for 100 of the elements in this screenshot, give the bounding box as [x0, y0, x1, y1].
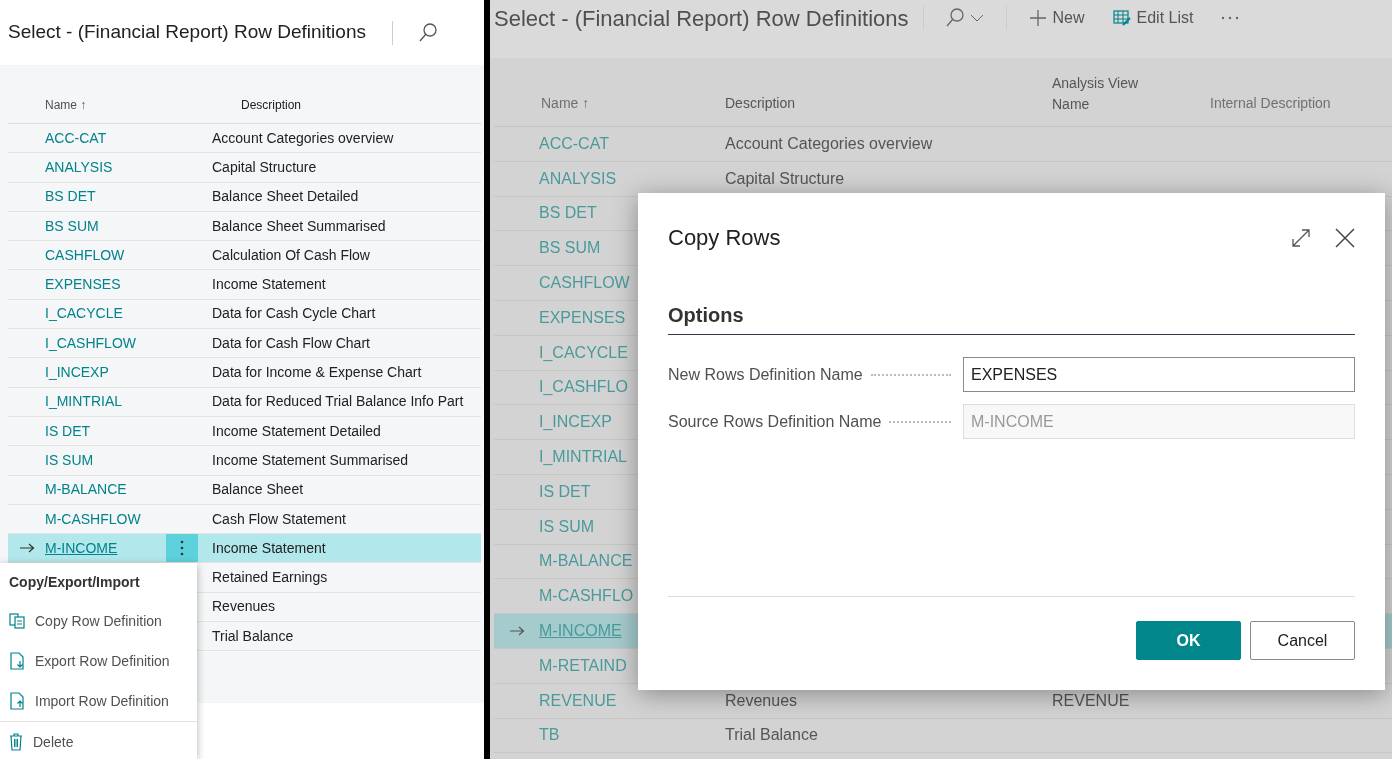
table-cell-text: Data for Cash Cycle Chart [211, 304, 376, 324]
column-header[interactable]: Name ↑ [45, 98, 87, 112]
table-cell-text: Data for Income & Expense Chart [211, 363, 422, 382]
page-title: Select - (Financial Report) Row Definitions [8, 20, 366, 45]
row-name-link[interactable]: CASHFLOW [45, 246, 125, 263]
table-row[interactable]: TB Trial Balance [494, 718, 1392, 754]
row-name-link[interactable]: M-CASHFLOW [45, 510, 141, 527]
row-name-link[interactable]: I_INCEXP [539, 413, 612, 431]
section-heading: Options [668, 300, 1355, 335]
table-row[interactable]: M-BALANCE Balance Sheet [8, 475, 481, 505]
row-name-link[interactable]: IS DET [45, 422, 91, 439]
row-name-link[interactable]: IS SUM [45, 451, 94, 468]
row-name-link[interactable]: M-INCOME [45, 539, 118, 556]
table-cell-text: Data for Reduced Trial Balance Info Part [211, 392, 464, 412]
row-name-link[interactable]: EXPENSES [45, 276, 121, 293]
export-icon [9, 652, 25, 670]
table-cell-text: Balance Sheet Summarised [211, 216, 386, 236]
row-name-link[interactable]: ACC-CAT [45, 129, 107, 146]
table-cell-text: Balance Sheet [211, 480, 304, 500]
table-row[interactable]: CASHFLOW Calculation Of Cash Flow [8, 241, 481, 271]
table-row[interactable]: I_CACYCLE Data for Cash Cycle Chart [8, 299, 481, 330]
input-field[interactable]: EXPENSES [963, 357, 1355, 392]
row-name-link[interactable]: M-BALANCE [45, 481, 127, 498]
row-name-link[interactable]: I_INCEXP [45, 364, 109, 380]
table-cell: Capital Structure [725, 169, 845, 187]
dialog-title: Copy Rows [668, 224, 781, 252]
table-cell-text: Revenues [211, 597, 276, 617]
chevron-down-icon [969, 14, 984, 22]
table-row[interactable]: ACC-CAT Account Categories overview [8, 124, 481, 154]
row-name-link[interactable]: I_MINTRIAL [539, 448, 627, 466]
row-name-link[interactable]: ACC-CAT [539, 134, 609, 152]
table-cell-text: Retained Earnings [211, 568, 328, 588]
table-row[interactable]: IS DET Income Statement Detailed [8, 416, 481, 447]
table-row[interactable]: I_MINTRIAL Data for Reduced Trial Balance Info Part [8, 387, 481, 417]
close-button[interactable] [1335, 225, 1355, 250]
column-header[interactable]: Internal Description [1210, 94, 1331, 111]
row-name-link[interactable]: I_CACYCLE [45, 305, 123, 322]
table-cell-text: Cash Flow Statement [211, 509, 346, 529]
column-header[interactable]: Name ↑ [541, 94, 590, 111]
plus-icon [1028, 9, 1047, 27]
table-cell-text: Income Statement [211, 275, 326, 295]
page-title: Select - (Financial Report) Row Definitions [494, 5, 909, 33]
table-row[interactable]: I_INCEXP Data for Income & Expense Chart [8, 358, 481, 388]
table-row[interactable]: EXPENSES Income Statement [8, 270, 481, 300]
table-row[interactable]: BS SUM Balance Sheet Summarised [8, 211, 481, 242]
search-icon[interactable] [945, 8, 964, 28]
column-header[interactable]: Description [241, 98, 302, 112]
row-name-link[interactable]: BS SUM [539, 239, 601, 257]
table-cell-text: Data for Cash Flow Chart [211, 333, 370, 353]
ok-button[interactable]: OK [1136, 621, 1241, 660]
row-name-link[interactable]: ANALYSIS [539, 169, 617, 187]
edit-list-button[interactable]: Edit List [1106, 4, 1200, 32]
row-name-link[interactable]: I_CASHFLOW [45, 334, 136, 351]
row-name-link[interactable]: BS DET [539, 204, 597, 222]
table-row[interactable]: I_CASHFLOW Data for Cash Flow Chart [8, 329, 481, 359]
table-cell-text: Income Statement Detailed [211, 421, 381, 441]
menu-item[interactable]: Import Row Definition [0, 681, 197, 721]
row-name-link[interactable]: I_CACYCLE [539, 343, 628, 361]
table-cell-text: Income Statement Summarised [211, 450, 409, 470]
table-row[interactable]: ACC-CAT Account Categories overview [494, 127, 1392, 162]
table-cell: Revenues [725, 691, 798, 709]
trash-icon [9, 733, 23, 751]
table-edit-icon [1112, 10, 1131, 26]
table-cell: Trial Balance [725, 726, 818, 744]
field-label: Source Rows Definition Name [668, 411, 882, 432]
table-cell-text: Account Categories overview [211, 128, 394, 148]
table-cell-text: Income Statement [211, 538, 326, 558]
table-row[interactable]: BS DET Balance Sheet Detailed [8, 182, 481, 212]
leader-line [889, 420, 951, 423]
table-cell-text: Calculation Of Cash Flow [211, 245, 370, 265]
new-button[interactable]: New [1022, 4, 1091, 32]
table-cell-text: Capital Structure [211, 157, 317, 177]
copy-icon [9, 613, 25, 629]
table-cell-text: Balance Sheet Detailed [211, 187, 359, 207]
row-name-link[interactable]: BS SUM [45, 217, 99, 234]
table-row[interactable]: M-INCOME Income Statement [8, 534, 481, 564]
row-name-link[interactable]: BS DET [45, 188, 96, 205]
row-name-link[interactable]: I_CASHFLO [539, 378, 628, 396]
table-row[interactable]: IS SUM Income Statement Summarised [8, 446, 481, 476]
import-icon [9, 692, 25, 710]
column-header[interactable]: Analysis View Name [1052, 73, 1152, 115]
more-icon [1221, 16, 1240, 20]
column-header[interactable]: Description [725, 94, 796, 111]
more-icon [180, 540, 184, 557]
row-name-link[interactable]: I_MINTRIAL [45, 393, 122, 410]
menu-item[interactable]: Delete [0, 722, 197, 759]
row-name-link[interactable]: M-BALANCE [539, 552, 633, 570]
row-name-link[interactable]: IS DET [539, 482, 591, 500]
field-label: New Rows Definition Name [668, 364, 863, 385]
table-cell: Account Categories overview [725, 134, 933, 152]
expand-icon [1291, 228, 1311, 249]
table-cell-text: Trial Balance [211, 626, 294, 646]
cancel-button[interactable]: Cancel [1250, 621, 1355, 660]
row-name-link[interactable]: ANALYSIS [45, 158, 113, 175]
menu-heading: Copy/Export/Import [8, 573, 141, 592]
table-row[interactable]: ANALYSIS Capital Structure [8, 153, 481, 183]
search-icon[interactable] [418, 22, 437, 43]
table-cell: REVENUE [1052, 691, 1130, 709]
row-name-link[interactable]: IS SUM [539, 517, 595, 535]
row-name-link[interactable]: TB [539, 726, 560, 744]
